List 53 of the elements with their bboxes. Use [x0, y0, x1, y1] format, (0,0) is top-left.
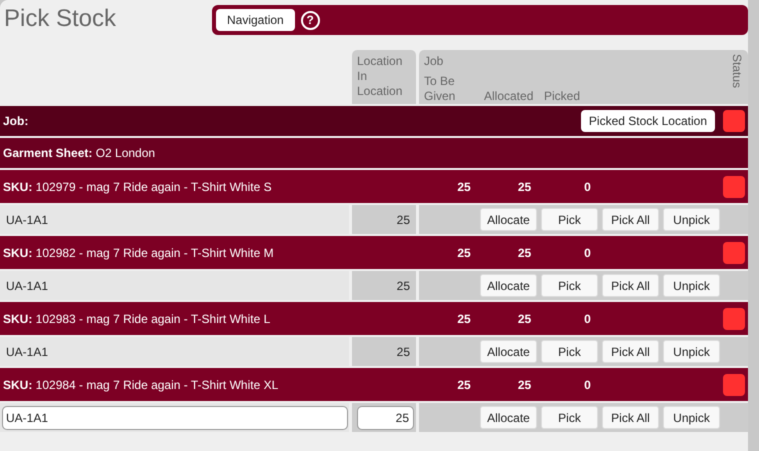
action-button[interactable]: Pick	[541, 340, 598, 363]
status-indicator	[723, 308, 745, 330]
sku-title: SKU: 102982 - mag 7 Ride again - T-Shirt White M	[2, 244, 275, 262]
action-button[interactable]: Pick	[541, 208, 598, 231]
action-button[interactable]: Unpick	[663, 274, 720, 297]
quantity-value: 25	[396, 278, 410, 294]
action-button[interactable]: Unpick	[663, 208, 720, 231]
allocated-value: 25	[516, 310, 532, 328]
action-button[interactable]: Allocate	[480, 406, 537, 429]
picked-value: 0	[583, 376, 592, 394]
location-name: UA-1A1	[6, 212, 48, 228]
status-indicator	[723, 110, 745, 132]
to-be-given-value: 25	[456, 310, 472, 328]
quantity-value: 25	[396, 344, 410, 360]
location-name: UA-1A1	[6, 278, 48, 294]
action-button[interactable]: Pick All	[602, 340, 659, 363]
to-be-given-value: 25	[456, 178, 472, 196]
sku-title: SKU: 102983 - mag 7 Ride again - T-Shirt White L	[2, 310, 272, 328]
job-label: Job:	[2, 113, 28, 130]
location-column-header: Location In Location	[352, 50, 416, 104]
status-indicator	[723, 242, 745, 264]
picked-value: 0	[583, 178, 592, 196]
action-button[interactable]: Allocate	[480, 340, 537, 363]
action-button[interactable]: Unpick	[663, 340, 720, 363]
navigation-button[interactable]: Navigation	[216, 9, 295, 31]
location-input[interactable]: UA-1A1	[2, 406, 348, 430]
sku-title: SKU: 102979 - mag 7 Ride again - T-Shirt White S	[2, 178, 273, 196]
to-be-given-value: 25	[456, 376, 472, 394]
picked-value: 0	[583, 310, 592, 328]
allocated-value: 25	[516, 244, 532, 262]
allocated-value: 25	[516, 178, 532, 196]
action-button[interactable]: Pick All	[602, 274, 659, 297]
picked-value: 0	[583, 244, 592, 262]
sku-title: SKU: 102984 - mag 7 Ride again - T-Shirt White XL	[2, 376, 280, 394]
quantity-input[interactable]: 25	[357, 406, 414, 430]
page-title: Pick Stock	[3, 4, 118, 34]
action-button[interactable]: Pick	[541, 274, 598, 297]
help-icon[interactable]: ?	[300, 10, 320, 30]
to-be-given-value: 25	[456, 244, 472, 262]
quantity-value: 25	[396, 212, 410, 228]
status-indicator	[723, 176, 745, 198]
location-name: UA-1A1	[6, 344, 48, 360]
action-button[interactable]: Unpick	[663, 406, 720, 429]
action-button[interactable]: Pick	[541, 406, 598, 429]
action-button[interactable]: Allocate	[480, 274, 537, 297]
allocated-value: 25	[516, 376, 532, 394]
garment-sheet-label: Garment Sheet: O2 London	[2, 145, 156, 162]
action-button[interactable]: Pick All	[602, 406, 659, 429]
job-column-header: Job To Be Given Allocated Picked Status	[419, 50, 748, 104]
action-button[interactable]: Pick All	[602, 208, 659, 231]
status-indicator	[723, 374, 745, 396]
action-button[interactable]: Allocate	[480, 208, 537, 231]
picked-stock-location-button[interactable]: Picked Stock Location	[580, 110, 715, 132]
